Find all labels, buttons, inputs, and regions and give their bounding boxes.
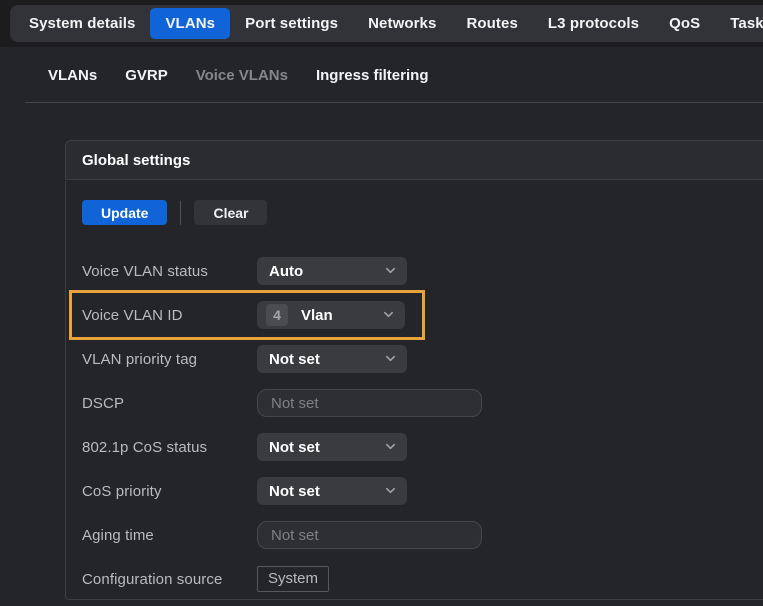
button-divider: [180, 201, 181, 225]
cos-priority-label: CoS priority: [82, 483, 257, 500]
panel-title: Global settings: [82, 152, 190, 169]
dscp-label: DSCP: [82, 395, 257, 412]
voice-vlan-status-label: Voice VLAN status: [82, 263, 257, 280]
row-dscp: DSCP: [82, 389, 763, 417]
configuration-source-label: Configuration source: [82, 571, 257, 588]
row-vlan-priority-tag: VLAN priority tag Not set: [82, 345, 763, 373]
chevron-down-icon: [383, 309, 394, 320]
chevron-down-icon: [385, 265, 396, 276]
cos-status-label: 802.1p CoS status: [82, 439, 257, 456]
vlan-priority-tag-value: Not set: [269, 351, 320, 368]
cos-priority-value: Not set: [269, 483, 320, 500]
action-buttons-row: Update Clear: [82, 200, 763, 225]
clear-button[interactable]: Clear: [194, 200, 267, 225]
tab-networks[interactable]: Networks: [353, 8, 451, 39]
subtab-voice-vlans[interactable]: Voice VLANs: [182, 67, 302, 84]
subtab-ingress-filtering[interactable]: Ingress filtering: [302, 67, 443, 84]
configuration-source-value: System: [257, 566, 329, 592]
cos-priority-select[interactable]: Not set: [257, 477, 407, 505]
subtab-vlans[interactable]: VLANs: [34, 67, 111, 84]
voice-vlan-id-value: Vlan: [301, 307, 333, 324]
tab-l3-protocols[interactable]: L3 protocols: [533, 8, 654, 39]
global-settings-panel-body: Update Clear Voice VLAN status Auto Voic…: [65, 181, 763, 600]
cos-status-value: Not set: [269, 439, 320, 456]
tab-qos[interactable]: QoS: [654, 8, 715, 39]
voice-vlan-status-select[interactable]: Auto: [257, 257, 407, 285]
voice-vlan-id-select[interactable]: 4 Vlan: [257, 301, 405, 329]
voice-vlan-id-label: Voice VLAN ID: [82, 307, 257, 324]
row-cos-status: 802.1p CoS status Not set: [82, 433, 763, 461]
subnav-divider: [25, 102, 763, 103]
global-settings-panel-header: Global settings: [65, 140, 763, 180]
tab-port-settings[interactable]: Port settings: [230, 8, 353, 39]
row-voice-vlan-status: Voice VLAN status Auto: [82, 257, 763, 285]
row-aging-time: Aging time: [82, 521, 763, 549]
row-voice-vlan-id: Voice VLAN ID 4 Vlan: [82, 301, 763, 329]
header-strip: System details VLANs Port settings Netwo…: [0, 0, 763, 47]
subtab-gvrp[interactable]: GVRP: [111, 67, 182, 84]
tab-task-queue[interactable]: Task queue: [715, 8, 763, 39]
sub-navigation: VLANs GVRP Voice VLANs Ingress filtering: [0, 47, 763, 103]
tab-vlans[interactable]: VLANs: [150, 8, 230, 39]
update-button[interactable]: Update: [82, 200, 167, 225]
vlan-priority-tag-label: VLAN priority tag: [82, 351, 257, 368]
vlan-priority-tag-select[interactable]: Not set: [257, 345, 407, 373]
tab-routes[interactable]: Routes: [451, 8, 532, 39]
cos-status-select[interactable]: Not set: [257, 433, 407, 461]
row-configuration-source: Configuration source System: [82, 565, 763, 593]
aging-time-label: Aging time: [82, 527, 257, 544]
dscp-input[interactable]: [257, 389, 482, 417]
aging-time-input[interactable]: [257, 521, 482, 549]
chevron-down-icon: [385, 441, 396, 452]
vlan-id-badge: 4: [266, 304, 288, 326]
voice-vlan-status-value: Auto: [269, 263, 303, 280]
chevron-down-icon: [385, 353, 396, 364]
top-navigation: System details VLANs Port settings Netwo…: [10, 5, 763, 42]
tab-system-details[interactable]: System details: [14, 8, 150, 39]
row-cos-priority: CoS priority Not set: [82, 477, 763, 505]
chevron-down-icon: [385, 485, 396, 496]
